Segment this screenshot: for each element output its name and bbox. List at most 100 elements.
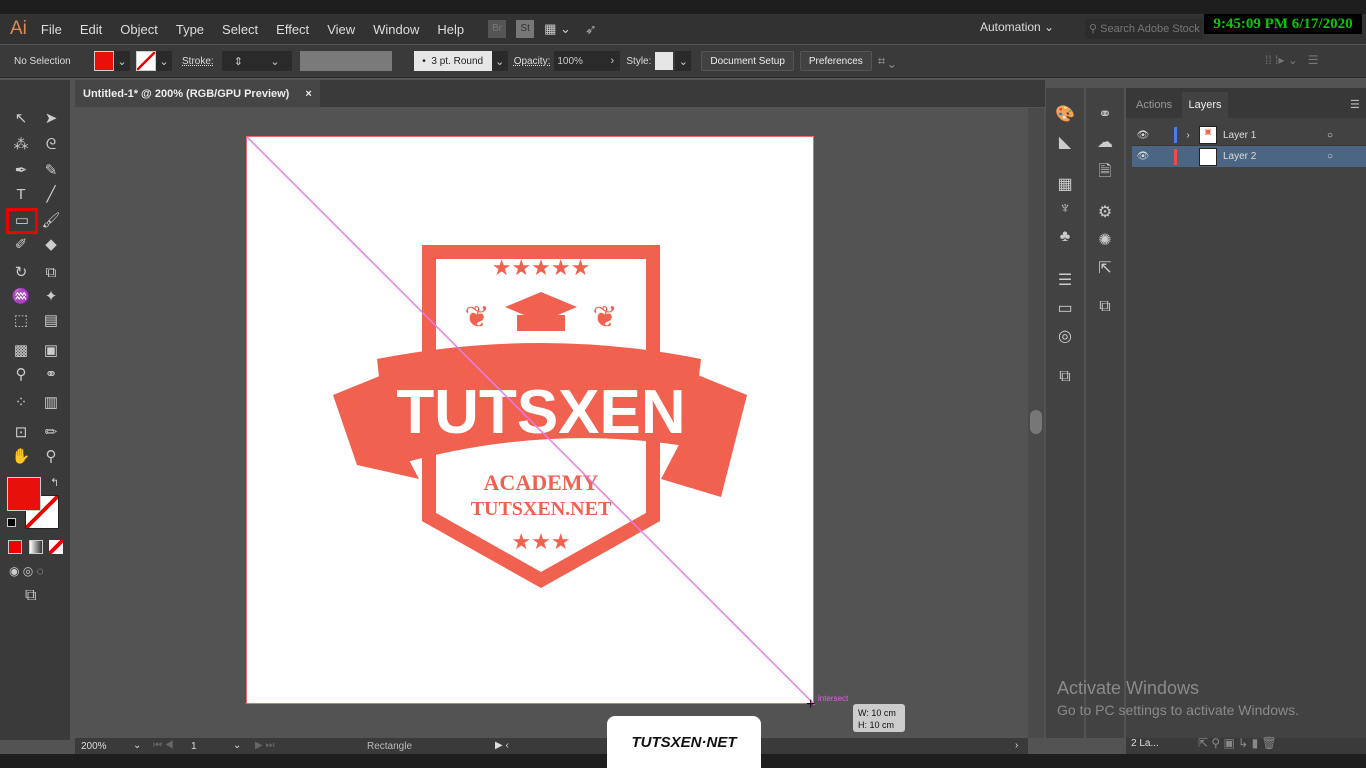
tab-layers[interactable]: Layers (1182, 92, 1228, 118)
transparency-icon[interactable]: ◎ (1054, 326, 1076, 348)
free-transform-icon[interactable]: ⬚ (8, 310, 34, 332)
style-dropdown[interactable]: ⌄ (675, 51, 692, 71)
vertical-scrollbar[interactable] (1028, 108, 1044, 738)
workspace-switcher[interactable]: Automation ⌄ (980, 20, 1054, 34)
links-icon[interactable]: ⚭ (1094, 104, 1116, 126)
color-panel-icon[interactable]: 🎨 (1054, 104, 1076, 126)
zoom-level[interactable]: 200% (81, 741, 107, 752)
rotate-tool-icon[interactable]: ↻ (8, 262, 34, 284)
stroke-label[interactable]: Stroke: (182, 56, 214, 67)
scroll-right-icon[interactable]: › (1015, 740, 1018, 751)
blend-tool-icon[interactable]: ⚭ (38, 364, 64, 386)
fill-swatch[interactable] (94, 51, 114, 71)
menu-effect[interactable]: Effect (276, 22, 309, 37)
paintbrush-icon[interactable]: 🖌 (38, 210, 64, 232)
default-colors-icon[interactable] (7, 518, 16, 527)
next-last-artboard-icon[interactable]: ▶ ⏭ (255, 740, 274, 751)
gradient-tool-icon[interactable]: ▣ (38, 340, 64, 362)
menu-view[interactable]: View (327, 22, 355, 37)
menu-object[interactable]: Object (120, 22, 158, 37)
tab-actions[interactable]: Actions (1136, 99, 1172, 111)
lasso-icon[interactable]: ᘓ (38, 134, 64, 156)
swap-colors-icon[interactable]: ↰ (50, 476, 59, 489)
artboard-number[interactable]: 1 (191, 741, 197, 752)
close-tab-icon[interactable]: × (305, 88, 311, 100)
swatches-icon[interactable]: ▦ (1054, 174, 1076, 196)
zoom-dropdown[interactable]: ⌄ (133, 740, 141, 751)
layer-name[interactable]: Layer 2 (1223, 151, 1323, 162)
puppet-warp-icon[interactable]: ✦ (38, 286, 64, 308)
mesh-tool-icon[interactable]: ▩ (8, 340, 34, 362)
artboard-dropdown[interactable]: ⌄ (233, 740, 241, 751)
scroll-thumb[interactable] (1030, 410, 1042, 434)
draw-mode-icons[interactable]: ◉ ◎ ◌ (9, 564, 44, 578)
color-guide-icon[interactable]: ◣ (1054, 132, 1076, 154)
document-tab[interactable]: Untitled-1* @ 200% (RGB/GPU Preview) × (75, 80, 320, 107)
type-tool-icon[interactable]: T (8, 184, 34, 206)
menu-file[interactable]: File (41, 22, 62, 37)
visibility-eye-icon[interactable]: 👁 (1132, 151, 1154, 162)
menu-select[interactable]: Select (222, 22, 258, 37)
artboard-tool-icon[interactable]: ⊡ (8, 422, 34, 444)
status-menu-icon[interactable]: ▶ ‹ (495, 740, 509, 751)
variable-width-profile[interactable] (299, 51, 392, 71)
color-mode-icon[interactable] (8, 540, 22, 554)
opacity-label[interactable]: Opacity: (514, 56, 551, 67)
pen-tool-icon[interactable]: ✒ (8, 160, 34, 182)
stroke-swatch[interactable] (136, 51, 156, 71)
eyedropper-icon[interactable]: ⚲ (8, 364, 34, 386)
gradient-mode-icon[interactable] (29, 540, 43, 554)
target-circle-icon[interactable]: ○ (1327, 130, 1333, 141)
brushes-icon[interactable]: ♆ (1054, 200, 1076, 222)
panel-menu-icon[interactable]: ☰ (1350, 98, 1360, 111)
export-icon[interactable]: ⇱ (1094, 258, 1116, 280)
shaper-tool-icon[interactable]: ✐ (8, 234, 34, 256)
layer-row-selected[interactable]: 👁 Layer 2 ○ (1132, 146, 1366, 167)
cc-libraries-icon[interactable]: ☁ (1094, 132, 1116, 154)
line-tool-icon[interactable]: ╱ (38, 184, 64, 206)
eraser-icon[interactable]: ◆ (38, 234, 64, 256)
zoom-tool-icon[interactable]: ⚲ (38, 446, 64, 468)
stroke-dropdown[interactable]: ⌄ (156, 51, 172, 71)
slice-tool-icon[interactable]: ✏ (38, 422, 64, 444)
none-mode-icon[interactable] (49, 540, 63, 554)
fill-color-box[interactable] (7, 477, 41, 511)
align-icons[interactable]: ⁞⁞ ⁞▸ ⌄ ☰ (1265, 53, 1319, 67)
bridge-button[interactable]: Br (488, 20, 507, 38)
arrange-documents-icon[interactable]: ▦ ⌄ (544, 21, 571, 37)
hand-tool-icon[interactable]: ✋ (8, 446, 34, 468)
expand-chevron-icon[interactable]: › (1177, 130, 1199, 141)
magic-wand-icon[interactable]: ⁂ (8, 134, 34, 156)
layer-name[interactable]: Layer 1 (1223, 130, 1323, 141)
symbol-sprayer-icon[interactable]: ⁘ (8, 392, 34, 414)
direct-selection-tool-icon[interactable]: ➤ (38, 108, 64, 130)
brush-definition[interactable]: • 3 pt. Round (413, 51, 492, 71)
visibility-eye-icon[interactable]: 👁 (1132, 130, 1154, 141)
first-prev-artboard-icon[interactable]: ⏮ ◀ (153, 740, 174, 751)
perspective-grid-icon[interactable]: ▤ (38, 310, 64, 332)
curvature-tool-icon[interactable]: ✎ (38, 160, 64, 182)
appearance-icon[interactable]: ✺ (1094, 230, 1116, 252)
target-circle-icon[interactable]: ○ (1327, 151, 1333, 162)
pathfinder-icon[interactable]: ⧉ (1094, 298, 1116, 320)
layer-actions-icons[interactable]: ⇱ ⚲ ▣ ↳ ▮ 🗑 (1198, 736, 1277, 750)
artboards-panel-icon[interactable]: ⧉ (1054, 368, 1076, 390)
menu-edit[interactable]: Edit (80, 22, 102, 37)
gradient-panel-icon[interactable]: ▭ (1054, 298, 1076, 320)
stock-button[interactable]: St (516, 20, 535, 38)
layer-row[interactable]: 👁 › ▣ Layer 1 ○ (1132, 125, 1366, 146)
selection-tool-icon[interactable]: ↖ (8, 108, 34, 130)
gpu-rocket-icon[interactable]: ➶ (585, 21, 597, 38)
graph-tool-icon[interactable]: ▥ (38, 392, 64, 414)
symbols-icon[interactable]: ♣ (1054, 228, 1076, 250)
menu-window[interactable]: Window (373, 22, 419, 37)
style-swatch[interactable] (655, 52, 674, 70)
stock-search-input[interactable]: ⚲ Search Adobe Stock (1085, 19, 1203, 39)
fill-dropdown[interactable]: ⌄ (114, 51, 130, 71)
rectangle-tool-icon[interactable]: ▭ (6, 208, 38, 234)
asset-export-icon[interactable]: ⚙ (1094, 202, 1116, 224)
warp-tool-icon[interactable]: ♒ (8, 286, 34, 308)
menu-help[interactable]: Help (437, 22, 464, 37)
scale-tool-icon[interactable]: ⧉ (38, 262, 64, 284)
artboard[interactable]: ★★★★★ ★★★ ❦ ❦ TUTSXEN ACADEMY TUTSXEN.NE… (246, 136, 815, 705)
